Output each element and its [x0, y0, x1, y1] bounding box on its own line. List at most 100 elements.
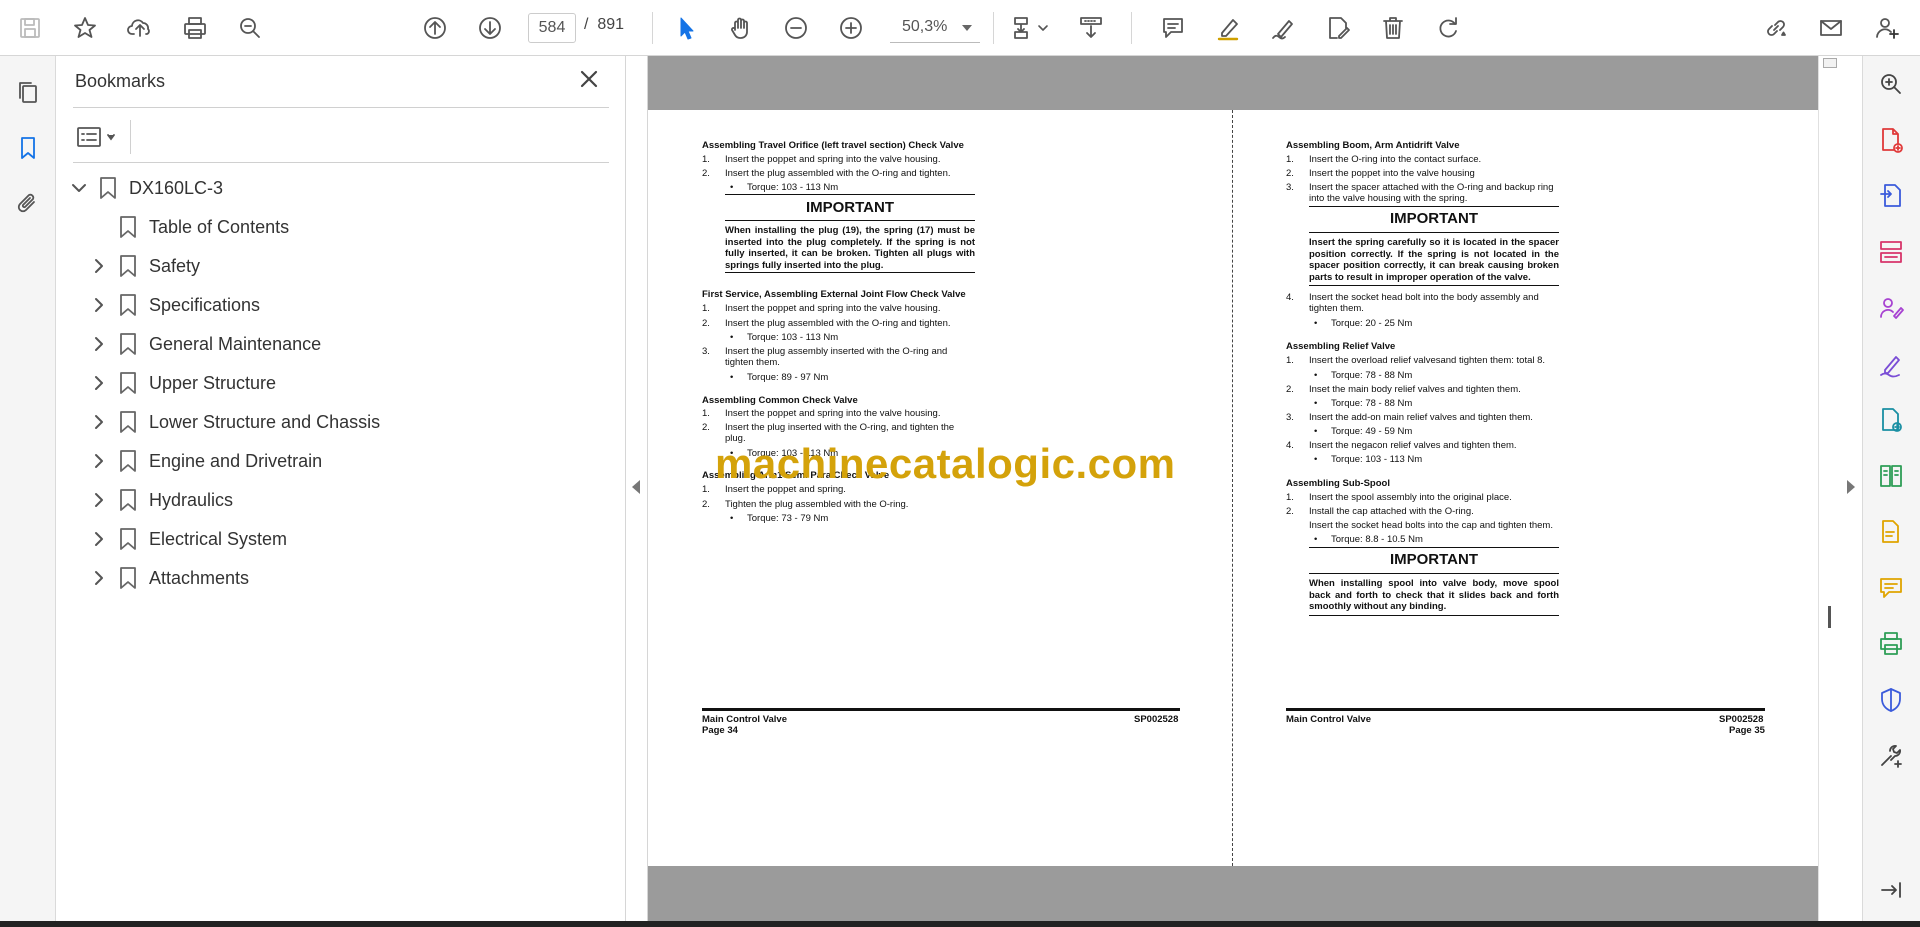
chevron-right-icon[interactable]	[89, 256, 109, 276]
chevron-right-icon[interactable]	[89, 568, 109, 588]
protect-icon[interactable]	[1877, 686, 1907, 716]
bookmark-item[interactable]: Specifications	[89, 287, 260, 323]
collapse-bookmarks-handle[interactable]	[626, 56, 648, 921]
print-production-icon[interactable]	[1877, 630, 1907, 660]
watermark-text: machinecatalogic.com	[715, 440, 1176, 487]
collapse-tools-handle[interactable]	[1840, 56, 1862, 921]
highlight-icon[interactable]	[1210, 10, 1246, 46]
email-icon[interactable]	[1813, 10, 1849, 46]
document-viewport[interactable]: Assembling Travel Orifice (left travel s…	[648, 56, 1818, 921]
close-icon[interactable]	[578, 68, 604, 94]
torque-bullet: Torque: 20 - 25 Nm	[1314, 318, 1412, 329]
bookmark-item[interactable]: General Maintenance	[89, 326, 321, 362]
footer-rule	[1286, 708, 1765, 711]
comment-icon[interactable]	[1155, 10, 1191, 46]
send-for-review-icon[interactable]	[1877, 406, 1907, 436]
bookmark-item[interactable]: Hydraulics	[89, 482, 233, 518]
list-item: Insert the plug assembled with the O-rin…	[725, 168, 951, 179]
page-thumbnails-icon[interactable]	[12, 76, 44, 108]
section-heading: Assembling Travel Orifice (left travel s…	[702, 140, 964, 151]
organize-pages-icon[interactable]	[1877, 238, 1907, 268]
bookmark-item[interactable]: Engine and Drivetrain	[89, 443, 322, 479]
previous-page-icon[interactable]	[417, 10, 453, 46]
print-icon[interactable]	[177, 10, 213, 46]
zoom-level-select[interactable]: 50,3%	[890, 13, 980, 43]
chevron-down-icon[interactable]	[69, 178, 89, 198]
zoom-out-icon[interactable]	[778, 10, 814, 46]
list-item: Insert the overload relief valvesand tig…	[1309, 355, 1546, 366]
select-cursor-icon[interactable]	[668, 10, 704, 46]
list-number: 3.	[702, 346, 710, 357]
vertical-scrollbar[interactable]	[1818, 56, 1840, 921]
next-page-icon[interactable]	[472, 10, 508, 46]
rotate-icon[interactable]	[1430, 10, 1466, 46]
note-rule	[725, 220, 975, 221]
upload-icon[interactable]	[122, 10, 158, 46]
compare-files-icon[interactable]	[1877, 462, 1907, 492]
chevron-right-icon[interactable]	[89, 373, 109, 393]
chevron-right-icon[interactable]	[89, 451, 109, 471]
bookmark-label: Safety	[149, 255, 201, 276]
bookmark-item[interactable]: Upper Structure	[89, 365, 276, 401]
bookmark-item[interactable]: Table of Contents	[89, 209, 289, 245]
find-icon[interactable]	[232, 10, 268, 46]
create-pdf-icon[interactable]	[1877, 126, 1907, 156]
list-item: Inset the main body relief valves and ti…	[1309, 384, 1521, 395]
list-item: Install the cap attached with the O-ring…	[1309, 506, 1474, 517]
save-icon[interactable]	[12, 10, 48, 46]
torque-bullet: Torque: 103 - 113 Nm	[1314, 454, 1422, 465]
scroll-mode-icon[interactable]	[1073, 10, 1109, 46]
draw-icon[interactable]	[1265, 10, 1301, 46]
list-number: 3.	[1286, 182, 1294, 193]
request-signature-icon[interactable]	[1877, 294, 1907, 324]
account-icon[interactable]	[1868, 10, 1904, 46]
chevron-right-icon[interactable]	[1847, 480, 1855, 494]
chevron-right-icon[interactable]	[89, 529, 109, 549]
list-number: 1.	[1286, 154, 1294, 165]
note-rule	[1309, 206, 1559, 207]
list-item: tighten them.	[1309, 303, 1364, 314]
share-link-icon[interactable]	[1758, 10, 1794, 46]
star-icon[interactable]	[67, 10, 103, 46]
fill-sign-icon[interactable]	[1877, 350, 1907, 380]
important-text: Insert the spring carefully so it is loc…	[1309, 237, 1559, 283]
export-pdf-icon[interactable]	[1877, 182, 1907, 212]
chevron-right-icon[interactable]	[89, 490, 109, 510]
torque-bullet: Torque: 103 - 113 Nm	[730, 182, 838, 193]
comment-tool-icon[interactable]	[1877, 574, 1907, 604]
panel-divider	[130, 120, 131, 154]
note-rule	[725, 272, 975, 273]
bookmark-options-button[interactable]	[76, 122, 122, 152]
scan-ocr-icon[interactable]	[1877, 518, 1907, 548]
edit-text-icon[interactable]	[1320, 10, 1356, 46]
zoom-tool-icon[interactable]	[1877, 70, 1907, 100]
expand-panel-icon[interactable]	[1877, 876, 1907, 906]
torque-bullet: Torque: 49 - 59 Nm	[1314, 426, 1412, 437]
bookmark-panel-icon[interactable]	[12, 132, 44, 164]
scroll-up-handle[interactable]	[1823, 58, 1837, 68]
attachments-icon[interactable]	[12, 188, 44, 220]
chevron-left-icon[interactable]	[632, 480, 640, 494]
bookmark-root[interactable]: DX160LC-3	[69, 170, 223, 206]
bookmark-item[interactable]: Safety	[89, 248, 200, 284]
page-separator: /	[584, 16, 589, 33]
scroll-thumb[interactable]	[1828, 606, 1831, 628]
more-tools-icon[interactable]	[1877, 742, 1907, 772]
torque-bullet: Torque: 89 - 97 Nm	[730, 372, 828, 383]
chevron-right-icon[interactable]	[89, 334, 109, 354]
note-rule	[725, 194, 975, 195]
page-number-input[interactable]: 584	[528, 13, 576, 43]
zoom-in-icon[interactable]	[833, 10, 869, 46]
bookmark-icon	[119, 216, 137, 238]
page-display-icon[interactable]	[1005, 10, 1053, 46]
pdf-viewer: 584 / 891 50,3% Bookmarks DX160LC-3 Tabl…	[0, 0, 1920, 927]
bookmark-icon	[119, 528, 137, 550]
delete-icon[interactable]	[1375, 10, 1411, 46]
bookmark-label: Attachments	[149, 567, 250, 588]
bookmark-item[interactable]: Attachments	[89, 560, 249, 596]
hand-tool-icon[interactable]	[723, 10, 759, 46]
chevron-right-icon[interactable]	[89, 295, 109, 315]
bookmark-item[interactable]: Electrical System	[89, 521, 287, 557]
bookmark-item[interactable]: Lower Structure and Chassis	[89, 404, 380, 440]
chevron-right-icon[interactable]	[89, 412, 109, 432]
